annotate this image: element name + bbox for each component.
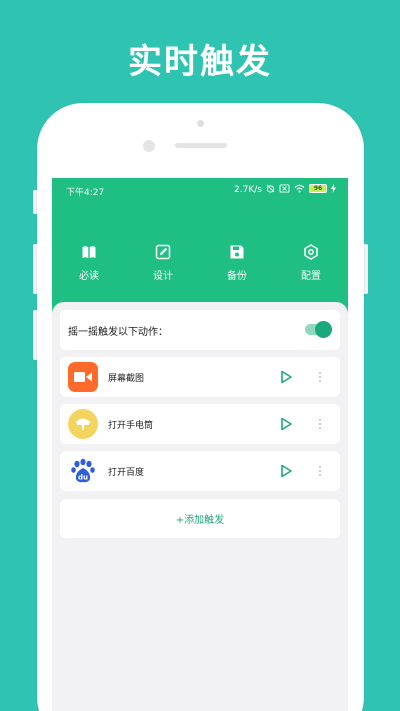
flashlight-icon bbox=[68, 409, 98, 439]
shake-trigger-card: 摇一摇触发以下动作： bbox=[60, 310, 340, 350]
phone-camera bbox=[143, 140, 155, 152]
shake-toggle[interactable] bbox=[305, 321, 332, 338]
action-item[interactable]: du 打开百度 bbox=[60, 451, 340, 491]
shake-trigger-label: 摇一摇触发以下动作： bbox=[68, 327, 168, 338]
nav-item-config[interactable]: 配置 bbox=[274, 242, 348, 286]
save-icon bbox=[230, 245, 244, 259]
nav-label: 必读 bbox=[79, 271, 99, 282]
play-icon[interactable] bbox=[279, 370, 293, 384]
charging-icon bbox=[331, 184, 336, 193]
headline: 实时触发 bbox=[128, 42, 272, 82]
status-time: 下午4:27 bbox=[66, 188, 105, 198]
add-trigger-button[interactable]: +添加触发 bbox=[60, 499, 340, 538]
wifi-icon bbox=[294, 184, 305, 193]
more-options-icon[interactable] bbox=[316, 414, 324, 434]
settings-icon bbox=[304, 244, 318, 260]
alarm-off-icon bbox=[266, 184, 275, 193]
phone-speaker bbox=[175, 143, 227, 148]
action-item[interactable]: 打开手电筒 bbox=[60, 404, 340, 444]
content-sheet: 摇一摇触发以下动作： 屏幕截图 打开手电筒 du 打开百度 +添加触发 bbox=[52, 302, 348, 711]
toggle-knob bbox=[315, 321, 332, 338]
main-nav: 必读 设计 备份 配置 bbox=[52, 242, 348, 286]
more-options-icon[interactable] bbox=[316, 461, 324, 481]
svg-text:du: du bbox=[78, 474, 88, 482]
app-screen: 下午4:27 2.7K/s 96 必读 设计 备份 配置 摇一摇触发以下动作： … bbox=[52, 178, 348, 711]
book-icon bbox=[82, 246, 96, 258]
sim-blocked-icon bbox=[279, 184, 290, 193]
nav-item-design[interactable]: 设计 bbox=[126, 242, 200, 286]
nav-label: 备份 bbox=[227, 271, 247, 282]
action-item[interactable]: 屏幕截图 bbox=[60, 357, 340, 397]
status-bar: 下午4:27 2.7K/s 96 bbox=[52, 184, 348, 198]
phone-sensor bbox=[197, 120, 204, 127]
nav-item-backup[interactable]: 备份 bbox=[200, 242, 274, 286]
action-label: 屏幕截图 bbox=[108, 374, 145, 384]
edit-icon bbox=[155, 244, 171, 260]
status-network-speed: 2.7K/s bbox=[234, 185, 262, 195]
nav-item-must-read[interactable]: 必读 bbox=[52, 242, 126, 286]
screen-record-icon bbox=[68, 362, 98, 392]
action-label: 打开手电筒 bbox=[108, 421, 154, 431]
status-icons: 96 bbox=[266, 184, 336, 193]
battery-indicator: 96 bbox=[309, 184, 327, 193]
more-options-icon[interactable] bbox=[316, 367, 324, 387]
action-label: 打开百度 bbox=[108, 468, 145, 478]
nav-label: 设计 bbox=[153, 271, 173, 282]
play-icon[interactable] bbox=[279, 464, 293, 478]
baidu-paw-icon: du bbox=[68, 456, 98, 486]
play-icon[interactable] bbox=[279, 417, 293, 431]
nav-label: 配置 bbox=[301, 271, 321, 282]
